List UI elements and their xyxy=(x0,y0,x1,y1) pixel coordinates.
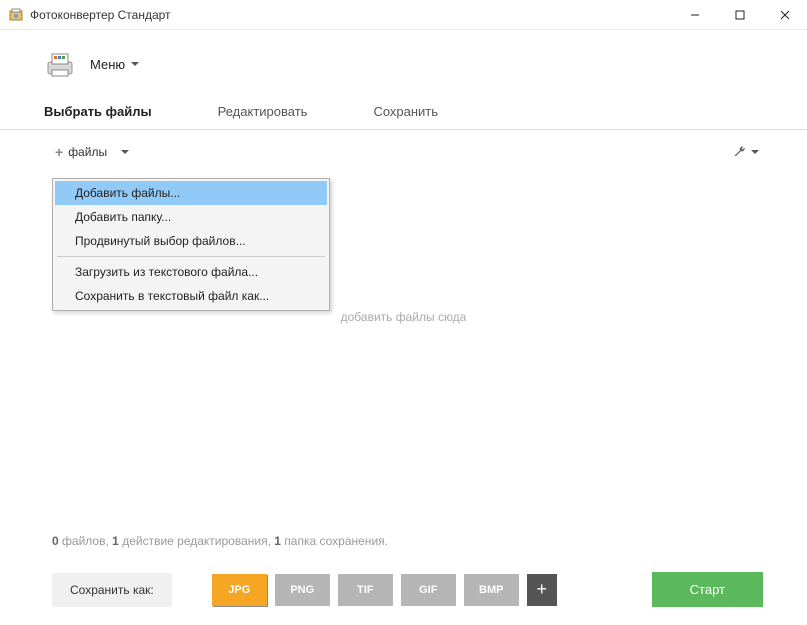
window-title: Фотоконвертер Стандарт xyxy=(30,8,672,22)
format-gif-button[interactable]: GIF xyxy=(401,574,456,606)
menu-item-add-files[interactable]: Добавить файлы... xyxy=(55,181,327,205)
plus-icon: + xyxy=(55,144,63,160)
status-bar: 0 файлов, 1 действие редактирования, 1 п… xyxy=(52,534,388,548)
toolbar: + файлы xyxy=(0,130,807,174)
close-button[interactable] xyxy=(762,0,807,30)
menu-row: Меню xyxy=(0,30,807,94)
maximize-button[interactable] xyxy=(717,0,762,30)
drop-hint: добавить файлы сюда xyxy=(0,310,807,324)
menu-item-save-to-txt[interactable]: Сохранить в текстовый файл как... xyxy=(55,284,327,308)
app-icon xyxy=(8,7,24,23)
chevron-down-icon xyxy=(131,62,139,66)
add-files-button[interactable]: + файлы xyxy=(44,138,140,166)
tab-save[interactable]: Сохранить xyxy=(373,94,460,129)
minimize-button[interactable] xyxy=(672,0,717,30)
format-png-button[interactable]: PNG xyxy=(275,574,330,606)
chevron-down-icon xyxy=(751,150,759,154)
tabs: Выбрать файлы Редактировать Сохранить xyxy=(0,94,807,130)
printer-icon xyxy=(44,48,76,80)
menu-item-add-folder[interactable]: Добавить папку... xyxy=(55,205,327,229)
add-format-button[interactable]: + xyxy=(527,574,557,606)
edits-count: 1 xyxy=(112,534,119,548)
menu-item-load-from-txt[interactable]: Загрузить из текстового файла... xyxy=(55,260,327,284)
folders-count: 1 xyxy=(274,534,281,548)
menu-button[interactable]: Меню xyxy=(90,57,139,72)
menu-item-advanced-select[interactable]: Продвинутый выбор файлов... xyxy=(55,229,327,253)
files-dropdown: Добавить файлы... Добавить папку... Прод… xyxy=(52,178,330,311)
plus-icon: + xyxy=(536,579,547,600)
format-tif-button[interactable]: TIF xyxy=(338,574,393,606)
titlebar: Фотоконвертер Стандарт xyxy=(0,0,807,30)
tab-select-files[interactable]: Выбрать файлы xyxy=(44,94,174,129)
files-label: файлы xyxy=(68,145,107,159)
chevron-down-icon xyxy=(121,150,129,154)
tab-edit[interactable]: Редактировать xyxy=(218,94,330,129)
files-word: файлов, xyxy=(62,534,109,548)
files-count: 0 xyxy=(52,534,59,548)
edits-word: действие редактирования, xyxy=(122,534,271,548)
menu-separator xyxy=(57,256,325,257)
folders-word: папка сохранения. xyxy=(284,534,388,548)
settings-button[interactable] xyxy=(729,141,763,163)
bottom-bar: Сохранить как: JPG PNG TIF GIF BMP + Ста… xyxy=(52,572,763,607)
start-button[interactable]: Старт xyxy=(652,572,763,607)
wrench-icon xyxy=(733,145,747,159)
format-jpg-button[interactable]: JPG xyxy=(212,574,267,606)
menu-label: Меню xyxy=(90,57,125,72)
format-bmp-button[interactable]: BMP xyxy=(464,574,519,606)
window-controls xyxy=(672,0,807,30)
save-as-button[interactable]: Сохранить как: xyxy=(52,573,172,607)
